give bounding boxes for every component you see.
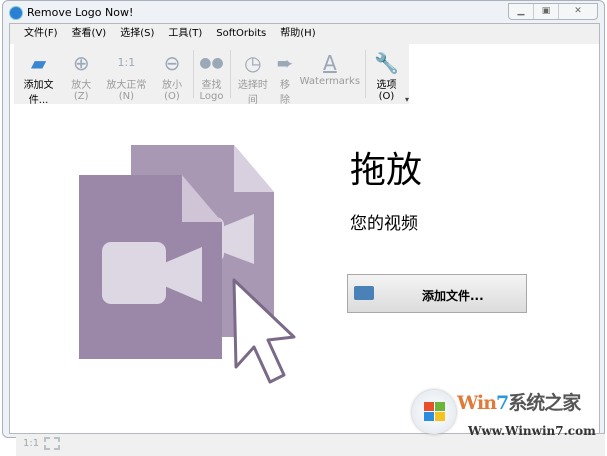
- camera-icon: [102, 242, 166, 304]
- add-file-main-button[interactable]: 添加文件...: [347, 274, 527, 313]
- drop-illustration: [79, 145, 296, 384]
- client-area: 文件(F) 查看(V) 选择(S) 工具(T) SoftOrbits 帮助(H)…: [9, 23, 605, 456]
- close-button[interactable]: ✕: [559, 4, 597, 19]
- windows-logo-icon: [412, 390, 456, 434]
- maximize-button[interactable]: ▣: [534, 4, 559, 19]
- drop-subheading: 您的视频: [350, 214, 418, 234]
- watermark-logo: Win7系统之家 Www.Winwin7.com: [410, 386, 607, 441]
- fit-window-icon[interactable]: [44, 437, 60, 450]
- minimize-button[interactable]: ▁: [509, 4, 534, 19]
- window-title: Remove Logo Now!: [27, 6, 134, 19]
- app-icon: [9, 6, 23, 20]
- folder-icon: [354, 286, 374, 300]
- drop-heading: 拖放: [350, 150, 423, 191]
- back-document-fold: [234, 145, 274, 192]
- zoom-level: 1:1: [23, 438, 40, 449]
- app-window: Remove Logo Now! ▁ ▣ ✕ 文件(F) 查看(V) 选择(S)…: [2, 0, 605, 456]
